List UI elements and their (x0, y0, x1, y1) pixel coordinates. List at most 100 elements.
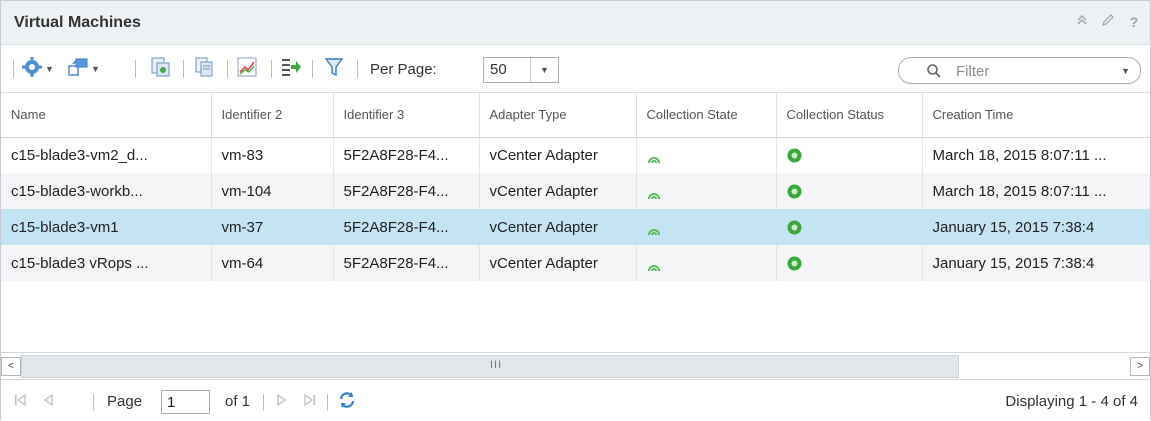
next-page-icon[interactable] (275, 393, 289, 410)
cell-name: c15-blade3 vRops ... (1, 245, 212, 281)
scrollbar-thumb[interactable]: III (21, 355, 959, 378)
cell-identifier-2: vm-37 (211, 209, 334, 245)
cell-creation-time: January 15, 2015 7:38:4 (922, 245, 1150, 281)
page-count-label: of 1 (225, 393, 251, 410)
copy-button[interactable] (193, 57, 215, 81)
data-receiving-icon (787, 256, 802, 271)
filter-button[interactable] (323, 57, 345, 81)
column-header-collection-state[interactable]: Collection State (636, 93, 777, 138)
data-receiving-icon (787, 220, 802, 235)
collecting-icon (647, 259, 661, 271)
cell-collection-status (776, 173, 923, 209)
table-row[interactable]: c15-blade3 vRops ... vm-64 5F2A8F28-F4..… (1, 245, 1150, 281)
scrollbar-grip: III (490, 359, 503, 371)
cell-collection-state (636, 245, 777, 281)
chevron-down-icon: ▼ (91, 64, 100, 74)
help-icon[interactable]: ? (1126, 13, 1142, 31)
filter-icon (323, 56, 345, 83)
column-header-name[interactable]: Name (1, 93, 212, 138)
column-header-adapter-type[interactable]: Adapter Type (479, 93, 637, 138)
per-page-select[interactable]: 50 ▼ (483, 57, 559, 83)
export-icon (280, 56, 302, 83)
toolbar-separator (135, 60, 136, 78)
horizontal-scrollbar[interactable]: < III > (1, 352, 1150, 380)
column-header-identifier-2[interactable]: Identifier 2 (211, 93, 334, 138)
vm-table: Name Identifier 2 Identifier 3 Adapter T… (1, 93, 1150, 281)
cell-identifier-3: 5F2A8F28-F4... (333, 173, 480, 209)
pagination-bar: Page of 1 Displaying 1 - 4 of 4 (1, 381, 1150, 421)
pagination-separator (263, 394, 264, 411)
page-label: Page (107, 393, 143, 410)
cell-collection-state (636, 209, 777, 245)
cell-adapter-type: vCenter Adapter (479, 209, 637, 245)
cell-identifier-3: 5F2A8F28-F4... (333, 245, 480, 281)
scroll-left-button[interactable]: < (1, 357, 21, 376)
page-number-input[interactable] (161, 390, 210, 414)
chevron-down-icon[interactable]: ▼ (1121, 66, 1130, 76)
cell-name: c15-blade3-vm2_d... (1, 137, 212, 173)
vm-grid: Name Identifier 2 Identifier 3 Adapter T… (1, 93, 1150, 352)
cell-name: c15-blade3-workb... (1, 173, 212, 209)
cell-identifier-2: vm-104 (211, 173, 334, 209)
toolbar: ▼ ▼ Per Page: 50 ▼ Filter ▼ (1, 45, 1150, 93)
cell-creation-time: March 18, 2015 8:07:11 ... (922, 173, 1150, 209)
table-row[interactable]: c15-blade3-workb... vm-104 5F2A8F28-F4..… (1, 173, 1150, 209)
data-receiving-icon (787, 148, 802, 163)
cell-creation-time: March 18, 2015 8:07:11 ... (922, 137, 1150, 173)
cell-collection-status (776, 137, 923, 173)
panel-header: Virtual Machines ? (1, 1, 1150, 45)
column-header-creation-time[interactable]: Creation Time (922, 93, 1150, 138)
move-icon (67, 56, 89, 83)
data-receiving-icon (787, 184, 802, 199)
scroll-right-button[interactable]: > (1130, 357, 1150, 376)
panel-title: Virtual Machines (14, 14, 141, 31)
chevron-down-icon[interactable]: ▼ (531, 58, 558, 82)
cell-name: c15-blade3-vm1 (1, 209, 212, 245)
cell-creation-time: January 15, 2015 7:38:4 (922, 209, 1150, 245)
cell-collection-status (776, 245, 923, 281)
chart-button[interactable] (236, 57, 258, 81)
copy-icon (193, 56, 215, 83)
table-row-selected[interactable]: c15-blade3-vm1 vm-37 5F2A8F28-F4... vCen… (1, 209, 1150, 245)
toolbar-separator (13, 60, 14, 78)
filter-combobox[interactable]: ▼ (898, 57, 1141, 84)
cell-identifier-2: vm-64 (211, 245, 334, 281)
collecting-icon (647, 223, 661, 235)
cell-identifier-3: 5F2A8F28-F4... (333, 209, 480, 245)
edit-icon[interactable] (1100, 13, 1116, 31)
cell-adapter-type: vCenter Adapter (479, 137, 637, 173)
virtual-machines-panel: Virtual Machines ? ▼ ▼ Per Page: 50 ▼ Fi… (0, 0, 1151, 421)
actions-menu-button[interactable]: ▼ (21, 56, 54, 81)
cell-identifier-3: 5F2A8F28-F4... (333, 137, 480, 173)
chart-icon (236, 56, 258, 83)
cell-collection-state (636, 137, 777, 173)
export-button[interactable] (280, 57, 302, 81)
first-page-icon[interactable] (13, 393, 27, 410)
per-page-value: 50 (484, 58, 531, 82)
toolbar-separator (312, 60, 313, 78)
pagination-separator (327, 394, 328, 411)
last-page-icon[interactable] (303, 393, 317, 410)
toolbar-separator (183, 60, 184, 78)
filter-input[interactable] (954, 61, 1104, 81)
table-row[interactable]: c15-blade3-vm2_d... vm-83 5F2A8F28-F4...… (1, 137, 1150, 173)
column-header-collection-status[interactable]: Collection Status (776, 93, 923, 138)
displaying-count: Displaying 1 - 4 of 4 (1005, 393, 1138, 410)
previous-page-icon[interactable] (41, 393, 55, 410)
column-header-identifier-3[interactable]: Identifier 3 (333, 93, 480, 138)
toolbar-separator (271, 60, 272, 78)
move-menu-button[interactable]: ▼ (67, 57, 100, 81)
collapse-icon[interactable] (1074, 13, 1090, 31)
refresh-icon[interactable] (337, 390, 357, 413)
toolbar-separator (357, 60, 358, 78)
per-page-label: Per Page: (370, 61, 437, 78)
cell-identifier-2: vm-83 (211, 137, 334, 173)
collecting-icon (647, 187, 661, 199)
cell-collection-status (776, 209, 923, 245)
table-header-row: Name Identifier 2 Identifier 3 Adapter T… (1, 93, 1150, 138)
collecting-icon (647, 151, 661, 164)
cell-collection-state (636, 173, 777, 209)
cell-adapter-type: vCenter Adapter (479, 173, 637, 209)
search-icon (926, 63, 942, 79)
manage-button[interactable] (150, 57, 172, 81)
